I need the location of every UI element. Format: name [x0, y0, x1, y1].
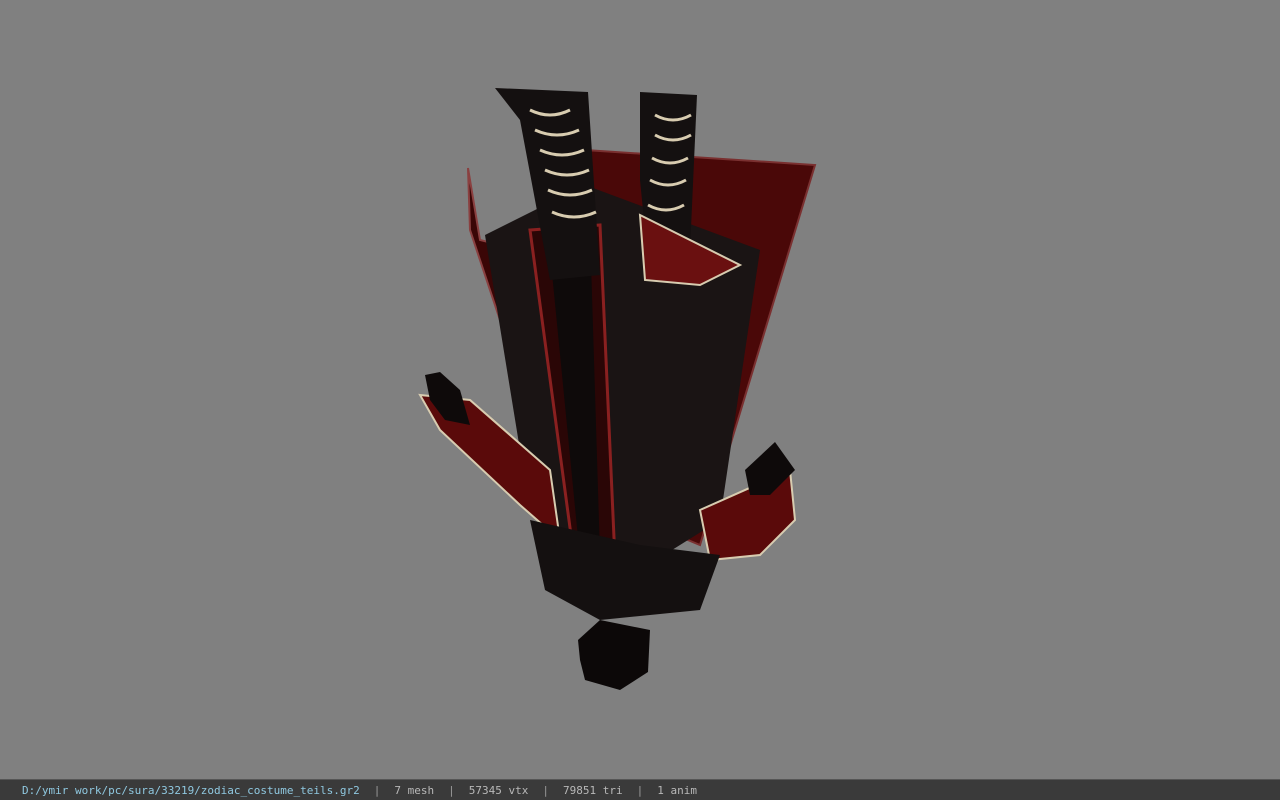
animation-count: 1 anim	[657, 783, 697, 797]
character-model	[418, 88, 817, 690]
triangle-count: 79851 tri	[563, 783, 623, 797]
separator: |	[636, 783, 644, 797]
status-bar: D:/ymir work/pc/sura/33219/zodiac_costum…	[0, 779, 1280, 800]
3d-viewport[interactable]	[0, 0, 1280, 779]
vertex-count: 57345 vtx	[468, 783, 529, 797]
hair	[578, 620, 650, 690]
separator: |	[373, 783, 381, 797]
separator: |	[542, 783, 549, 797]
mesh-count: 7 mesh	[394, 783, 435, 797]
file-path: D:/ymir work/pc/sura/33219/zodiac_costum…	[22, 783, 360, 797]
separator: |	[448, 783, 455, 797]
